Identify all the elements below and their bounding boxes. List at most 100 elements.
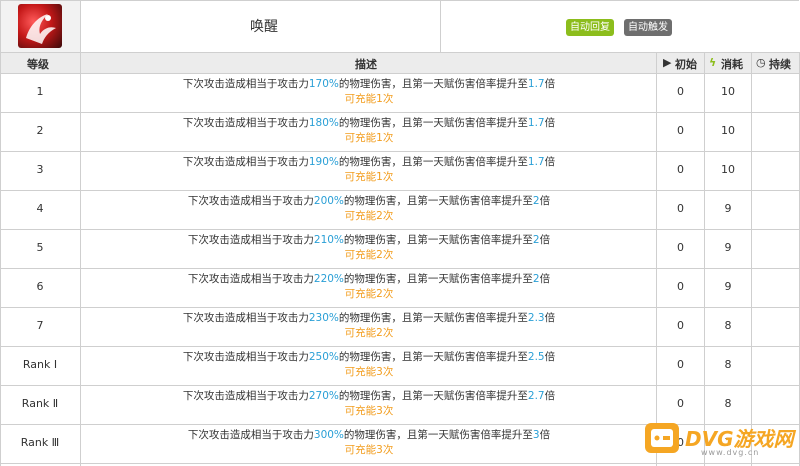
table-row: 6 下次攻击造成相当于攻击力220%的物理伤害，且第一天赋伤害倍率提升至2倍 可充能…	[0, 268, 799, 307]
row-initial: 0	[677, 358, 684, 371]
row-initial: 0	[677, 85, 684, 98]
row-initial: 0	[677, 280, 684, 293]
charge-count: 可充能2次	[344, 210, 394, 222]
description-text: 倍	[539, 234, 551, 246]
row-level: 7	[36, 319, 44, 332]
description-text: 下次攻击造成相当于攻击力	[182, 390, 309, 402]
damage-percent: 300%	[313, 429, 344, 441]
col-description-header: 描述	[81, 53, 656, 73]
damage-percent: 200%	[313, 195, 344, 207]
row-description: 下次攻击造成相当于攻击力300%的物理伤害，且第一天赋伤害倍率提升至3倍 可充能3…	[82, 428, 656, 458]
row-description: 下次攻击造成相当于攻击力230%的物理伤害，且第一天赋伤害倍率提升至2.3倍 可充…	[82, 311, 656, 341]
talent-multiplier: 2	[532, 234, 540, 246]
row-level: 5	[36, 241, 44, 254]
row-level: 1	[36, 85, 44, 98]
description-text: 下次攻击造成相当于攻击力	[187, 234, 314, 246]
clock-icon: ◷	[756, 56, 766, 69]
description-text: 的物理伤害，且第一天赋伤害倍率提升至	[338, 390, 528, 402]
damage-percent: 270%	[308, 390, 339, 402]
row-initial: 0	[677, 202, 684, 215]
talent-multiplier: 1.7	[527, 78, 545, 90]
description-text: 的物理伤害，且第一天赋伤害倍率提升至	[343, 195, 533, 207]
table-row: 4 下次攻击造成相当于攻击力200%的物理伤害，且第一天赋伤害倍率提升至2倍可充能…	[0, 190, 799, 229]
charge-count: 可充能2次	[344, 249, 394, 261]
talent-multiplier: 1.7	[527, 117, 545, 129]
description-text: 的物理伤害，且第一天赋伤害倍率提升至	[338, 156, 528, 168]
description-text: 下次攻击造成相当于攻击力	[182, 351, 309, 363]
damage-percent: 230%	[308, 312, 339, 324]
charge-count: 可充能1次	[344, 171, 394, 183]
row-cost: 9	[724, 280, 732, 293]
row-description: 下次攻击造成相当于攻击力270%的物理伤害，且第一天赋伤害倍率提升至2.7倍可充…	[82, 389, 656, 419]
description-text: 的物理伤害，且第一天赋伤害倍率提升至	[343, 234, 533, 246]
description-text: 下次攻击造成相当于攻击力	[187, 195, 314, 207]
description-text: 下次攻击造成相当于攻击力	[187, 273, 314, 285]
row-description: 下次攻击造成相当于攻击力180%的物理伤害，且第一天赋伤害倍率提升至1.7倍 可充…	[82, 116, 656, 146]
row-description: 下次攻击造成相当于攻击力200%的物理伤害，且第一天赋伤害倍率提升至2倍可充能2…	[82, 194, 656, 224]
description-text: 倍	[539, 429, 551, 441]
charge-count: 可充能3次	[344, 366, 394, 378]
row-cost: 9	[724, 241, 732, 254]
row-description: 下次攻击造成相当于攻击力250%的物理伤害，且第一天赋伤害倍率提升至2.5倍 可充…	[82, 350, 656, 380]
row-description: 下次攻击造成相当于攻击力170%的物理伤害，且第一天赋伤害倍率提升至1.7倍 可充…	[82, 77, 656, 107]
row-level: 4	[36, 202, 44, 215]
row-cost: 10	[721, 163, 735, 176]
description-text: 倍	[544, 390, 556, 402]
talent-multiplier: 2.3	[527, 312, 545, 324]
description-text: 下次攻击造成相当于攻击力	[182, 156, 309, 168]
row-cost: 10	[721, 85, 735, 98]
col-level-header: 等级	[0, 53, 80, 73]
row-initial: 0	[677, 241, 684, 254]
row-level: 2	[36, 124, 44, 137]
description-text: 下次攻击造成相当于攻击力	[187, 429, 314, 441]
charge-count: 可充能3次	[344, 444, 394, 456]
skill-icon-cell	[0, 0, 81, 52]
row-cost: 8	[724, 319, 732, 332]
table-row: 3 下次攻击造成相当于攻击力190%的物理伤害，且第一天赋伤害倍率提升至1.7倍可…	[0, 151, 799, 190]
description-text: 的物理伤害，且第一天赋伤害倍率提升至	[338, 78, 528, 90]
row-level: 6	[36, 280, 44, 293]
description-text: 倍	[539, 273, 551, 285]
talent-multiplier: 3	[532, 429, 540, 441]
description-text: 下次攻击造成相当于攻击力	[182, 117, 309, 129]
description-text: 倍	[544, 312, 556, 324]
description-text: 的物理伤害，且第一天赋伤害倍率提升至	[338, 117, 528, 129]
auto-trigger-badge: 自动触发	[624, 19, 672, 36]
row-description: 下次攻击造成相当于攻击力190%的物理伤害，且第一天赋伤害倍率提升至1.7倍可充…	[82, 155, 656, 185]
talent-multiplier: 2	[532, 273, 540, 285]
skill-icon	[18, 4, 62, 48]
row-cost: 8	[724, 358, 732, 371]
description-text: 倍	[539, 195, 551, 207]
damage-percent: 250%	[308, 351, 339, 363]
damage-percent: 170%	[308, 78, 339, 90]
row-initial: 0	[677, 163, 684, 176]
row-cost: 10	[721, 124, 735, 137]
charge-count: 可充能2次	[344, 288, 394, 300]
description-text: 的物理伤害，且第一天赋伤害倍率提升至	[338, 312, 528, 324]
row-description: 下次攻击造成相当于攻击力220%的物理伤害，且第一天赋伤害倍率提升至2倍 可充能2…	[82, 272, 656, 302]
charge-count: 可充能3次	[344, 405, 394, 417]
talent-multiplier: 2	[532, 195, 540, 207]
row-description: 下次攻击造成相当于攻击力210%的物理伤害，且第一天赋伤害倍率提升至2倍 可充能2…	[82, 233, 656, 263]
watermark-url: www.dvg.cn	[701, 448, 760, 457]
table-row: Rank Ⅰ 下次攻击造成相当于攻击力250%的物理伤害，且第一天赋伤害倍率提升至…	[0, 346, 799, 385]
row-level: 3	[36, 163, 44, 176]
table-row: 2 下次攻击造成相当于攻击力180%的物理伤害，且第一天赋伤害倍率提升至1.7倍可…	[0, 112, 799, 151]
row-initial: 0	[677, 397, 684, 410]
col-initial-header: ▶ 初始	[657, 53, 704, 73]
damage-percent: 220%	[313, 273, 344, 285]
description-text: 倍	[544, 351, 556, 363]
description-text: 倍	[544, 156, 556, 168]
watermark-logo: DVG游戏网 www.dvg.cn	[643, 415, 794, 461]
description-text: 的物理伤害，且第一天赋伤害倍率提升至	[338, 351, 528, 363]
damage-percent: 180%	[308, 117, 339, 129]
description-text: 倍	[544, 78, 556, 90]
row-level: Rank Ⅰ	[22, 358, 58, 371]
charge-count: 可充能1次	[344, 132, 394, 144]
talent-multiplier: 1.7	[527, 156, 545, 168]
damage-percent: 190%	[308, 156, 339, 168]
col-duration-header: ◷ 持续	[752, 53, 799, 73]
talent-multiplier: 2.7	[527, 390, 545, 402]
table-row: 5 下次攻击造成相当于攻击力210%的物理伤害，且第一天赋伤害倍率提升至2倍 可充能…	[0, 229, 799, 268]
row-initial: 0	[677, 319, 684, 332]
